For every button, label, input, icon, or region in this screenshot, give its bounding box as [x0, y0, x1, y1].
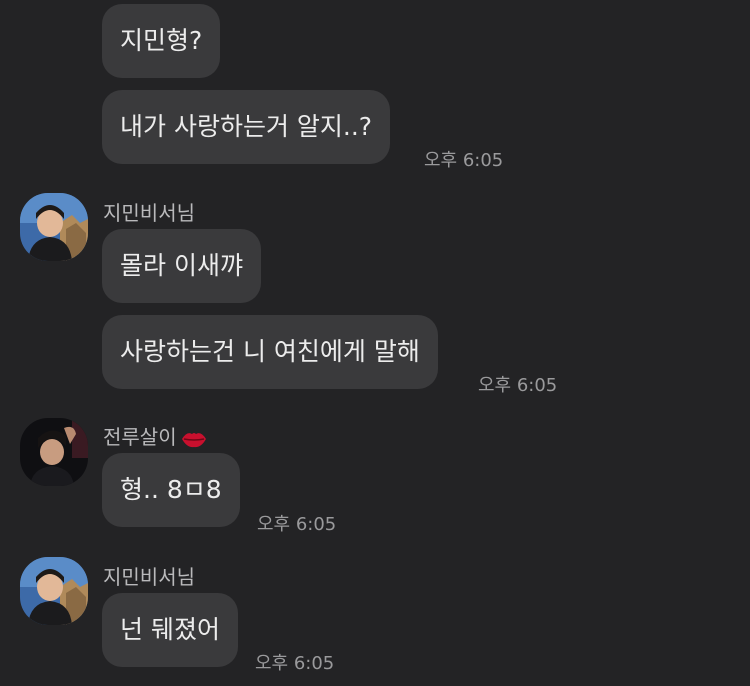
sender-name-text: 전루살이	[103, 425, 177, 449]
sender-name: 지민비서님	[103, 201, 195, 225]
profile-photo-jimin	[20, 193, 88, 261]
message-bubble[interactable]: 지민형?	[102, 4, 221, 78]
profile-photo-jimin	[20, 557, 88, 625]
message-bubble[interactable]: 내가 사랑하는거 알지..?	[102, 90, 391, 164]
profile-photo-jungkook	[20, 418, 88, 486]
message-bubble[interactable]: 형.. 8ㅁ8	[102, 453, 240, 527]
message-timestamp: 오후 6:05	[257, 514, 337, 535]
lips-icon	[181, 432, 206, 447]
avatar[interactable]	[20, 557, 88, 625]
message-bubble[interactable]: 사랑하는건 니 여친에게 말해	[102, 315, 438, 389]
avatar[interactable]	[20, 193, 88, 261]
sender-name: 지민비서님	[103, 565, 195, 589]
chat-view: 지민형? 내가 사랑하는거 알지..? 오후 6:05 지민비서님 몰라 이새꺄…	[0, 0, 750, 686]
message-timestamp: 오후 6:05	[478, 375, 558, 396]
message-timestamp: 오후 6:05	[424, 150, 504, 171]
avatar[interactable]	[20, 418, 88, 486]
sender-name: 전루살이	[103, 421, 207, 450]
message-bubble[interactable]: 넌 뒈졌어	[102, 593, 238, 667]
message-bubble[interactable]: 몰라 이새꺄	[102, 229, 261, 303]
message-timestamp: 오후 6:05	[255, 653, 335, 674]
